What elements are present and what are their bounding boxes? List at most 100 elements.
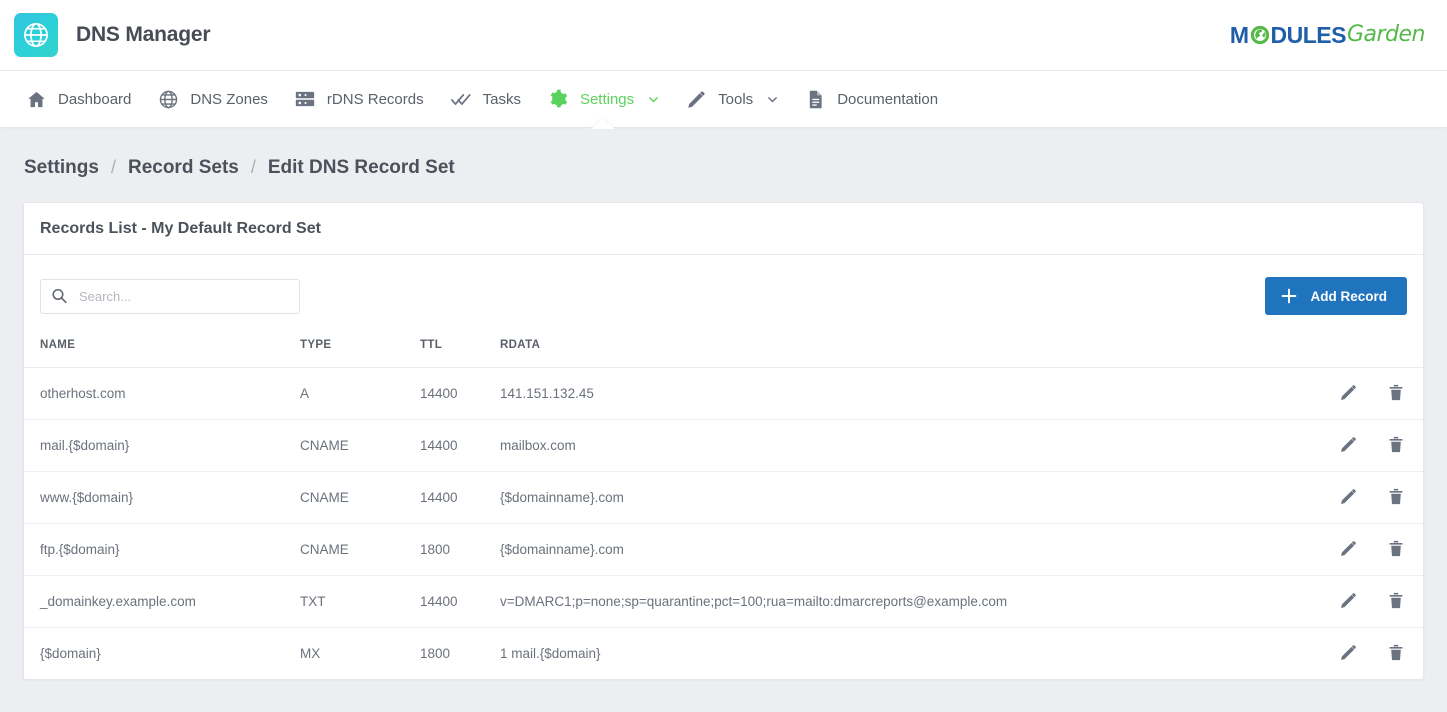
- table-row: {$domain}MX18001 mail.{$domain}: [24, 628, 1423, 680]
- document-icon: [804, 88, 826, 110]
- home-icon: [25, 88, 47, 110]
- vendor-logo-m: M: [1230, 24, 1249, 47]
- edit-record-button[interactable]: [1339, 488, 1358, 507]
- cell-name: mail.{$domain}: [24, 420, 292, 472]
- cell-type: CNAME: [292, 420, 412, 472]
- breadcrumb-item-settings[interactable]: Settings: [24, 157, 99, 179]
- cell-name: ftp.{$domain}: [24, 524, 292, 576]
- pencil-icon: [1339, 539, 1358, 561]
- records-table-head: NAME TYPE TTL RDATA: [24, 333, 1423, 368]
- cell-rdata: v=DMARC1;p=none;sp=quarantine;pct=100;ru…: [492, 576, 1303, 628]
- nav-item-documentation[interactable]: Documentation: [791, 71, 951, 128]
- column-header-type: TYPE: [292, 333, 412, 368]
- chevron-down-icon: [648, 94, 659, 105]
- globe-icon: [1250, 25, 1270, 45]
- cell-name: _domainkey.example.com: [24, 576, 292, 628]
- app-logo: [14, 13, 58, 57]
- add-record-button[interactable]: Add Record: [1265, 277, 1407, 315]
- cell-actions: [1303, 628, 1423, 680]
- delete-record-button[interactable]: [1386, 540, 1405, 559]
- delete-record-button[interactable]: [1386, 644, 1405, 663]
- cell-rdata: {$domainname}.com: [492, 524, 1303, 576]
- trash-icon: [1387, 435, 1405, 457]
- nav-item-dashboard[interactable]: Dashboard: [12, 71, 144, 128]
- column-header-ttl: TTL: [412, 333, 492, 368]
- cell-ttl: 14400: [412, 420, 492, 472]
- table-row: www.{$domain}CNAME14400{$domainname}.com: [24, 472, 1423, 524]
- breadcrumb: Settings / Record Sets / Edit DNS Record…: [0, 127, 1447, 179]
- server-icon: [294, 88, 316, 110]
- edit-record-button[interactable]: [1339, 540, 1358, 559]
- nav-item-dns-zones[interactable]: DNS Zones: [144, 71, 281, 128]
- cell-actions: [1303, 576, 1423, 628]
- trash-icon: [1387, 643, 1405, 665]
- gear-icon: [547, 88, 569, 110]
- add-record-label: Add Record: [1310, 289, 1387, 304]
- delete-record-button[interactable]: [1386, 436, 1405, 455]
- breadcrumb-item-record-sets[interactable]: Record Sets: [128, 157, 239, 179]
- chevron-down-icon: [767, 94, 778, 105]
- column-header-actions: [1303, 333, 1423, 368]
- table-row: otherhost.comA14400141.151.132.45: [24, 368, 1423, 420]
- main-navigation: Dashboard DNS Zones rDNS Record: [0, 70, 1447, 127]
- delete-record-button[interactable]: [1386, 384, 1405, 403]
- nav-label: Settings: [580, 91, 634, 108]
- nav-label: DNS Zones: [190, 91, 268, 108]
- cell-ttl: 14400: [412, 472, 492, 524]
- cell-name: {$domain}: [24, 628, 292, 680]
- cell-rdata: 141.151.132.45: [492, 368, 1303, 420]
- nav-label: Tasks: [483, 91, 521, 108]
- cell-actions: [1303, 524, 1423, 576]
- pencil-icon: [1339, 435, 1358, 457]
- pencil-icon: [685, 88, 707, 110]
- globe-icon: [157, 88, 179, 110]
- edit-record-button[interactable]: [1339, 384, 1358, 403]
- card-title: Records List - My Default Record Set: [24, 203, 1423, 255]
- trash-icon: [1387, 591, 1405, 613]
- nav-label: rDNS Records: [327, 91, 424, 108]
- cell-rdata: mailbox.com: [492, 420, 1303, 472]
- pencil-icon: [1339, 643, 1358, 665]
- cell-actions: [1303, 420, 1423, 472]
- top-bar: DNS Manager M DULES Garden: [0, 0, 1447, 70]
- cell-rdata: {$domainname}.com: [492, 472, 1303, 524]
- table-row: mail.{$domain}CNAME14400mailbox.com: [24, 420, 1423, 472]
- edit-record-button[interactable]: [1339, 436, 1358, 455]
- pencil-icon: [1339, 591, 1358, 613]
- double-check-icon: [450, 88, 472, 110]
- search-input[interactable]: [40, 279, 300, 314]
- cell-ttl: 14400: [412, 576, 492, 628]
- trash-icon: [1387, 487, 1405, 509]
- brand: DNS Manager: [14, 13, 210, 57]
- active-nav-pointer: [591, 118, 615, 129]
- cell-ttl: 1800: [412, 524, 492, 576]
- cell-ttl: 1800: [412, 628, 492, 680]
- records-table: NAME TYPE TTL RDATA otherhost.comA144001…: [24, 333, 1423, 679]
- records-card: Records List - My Default Record Set Add…: [23, 202, 1424, 680]
- nav-item-settings[interactable]: Settings: [534, 71, 672, 128]
- cell-type: CNAME: [292, 524, 412, 576]
- cell-ttl: 14400: [412, 368, 492, 420]
- cell-type: A: [292, 368, 412, 420]
- vendor-logo-dules: DULES: [1271, 24, 1346, 47]
- table-row: _domainkey.example.comTXT14400v=DMARC1;p…: [24, 576, 1423, 628]
- table-row: ftp.{$domain}CNAME1800{$domainname}.com: [24, 524, 1423, 576]
- nav-item-tasks[interactable]: Tasks: [437, 71, 534, 128]
- nav-label: Tools: [718, 91, 753, 108]
- nav-item-tools[interactable]: Tools: [672, 71, 791, 128]
- edit-record-button[interactable]: [1339, 592, 1358, 611]
- cell-name: www.{$domain}: [24, 472, 292, 524]
- breadcrumb-separator: /: [111, 157, 116, 178]
- records-table-body: otherhost.comA14400141.151.132.45mail.{$…: [24, 368, 1423, 680]
- cell-name: otherhost.com: [24, 368, 292, 420]
- breadcrumb-item-current: Edit DNS Record Set: [268, 157, 455, 179]
- nav-item-rdns-records[interactable]: rDNS Records: [281, 71, 437, 128]
- vendor-logo-garden: Garden: [1347, 24, 1425, 46]
- delete-record-button[interactable]: [1386, 592, 1405, 611]
- delete-record-button[interactable]: [1386, 488, 1405, 507]
- cell-actions: [1303, 368, 1423, 420]
- edit-record-button[interactable]: [1339, 644, 1358, 663]
- breadcrumb-separator: /: [251, 157, 256, 178]
- nav-label: Dashboard: [58, 91, 131, 108]
- nav-label: Documentation: [837, 91, 938, 108]
